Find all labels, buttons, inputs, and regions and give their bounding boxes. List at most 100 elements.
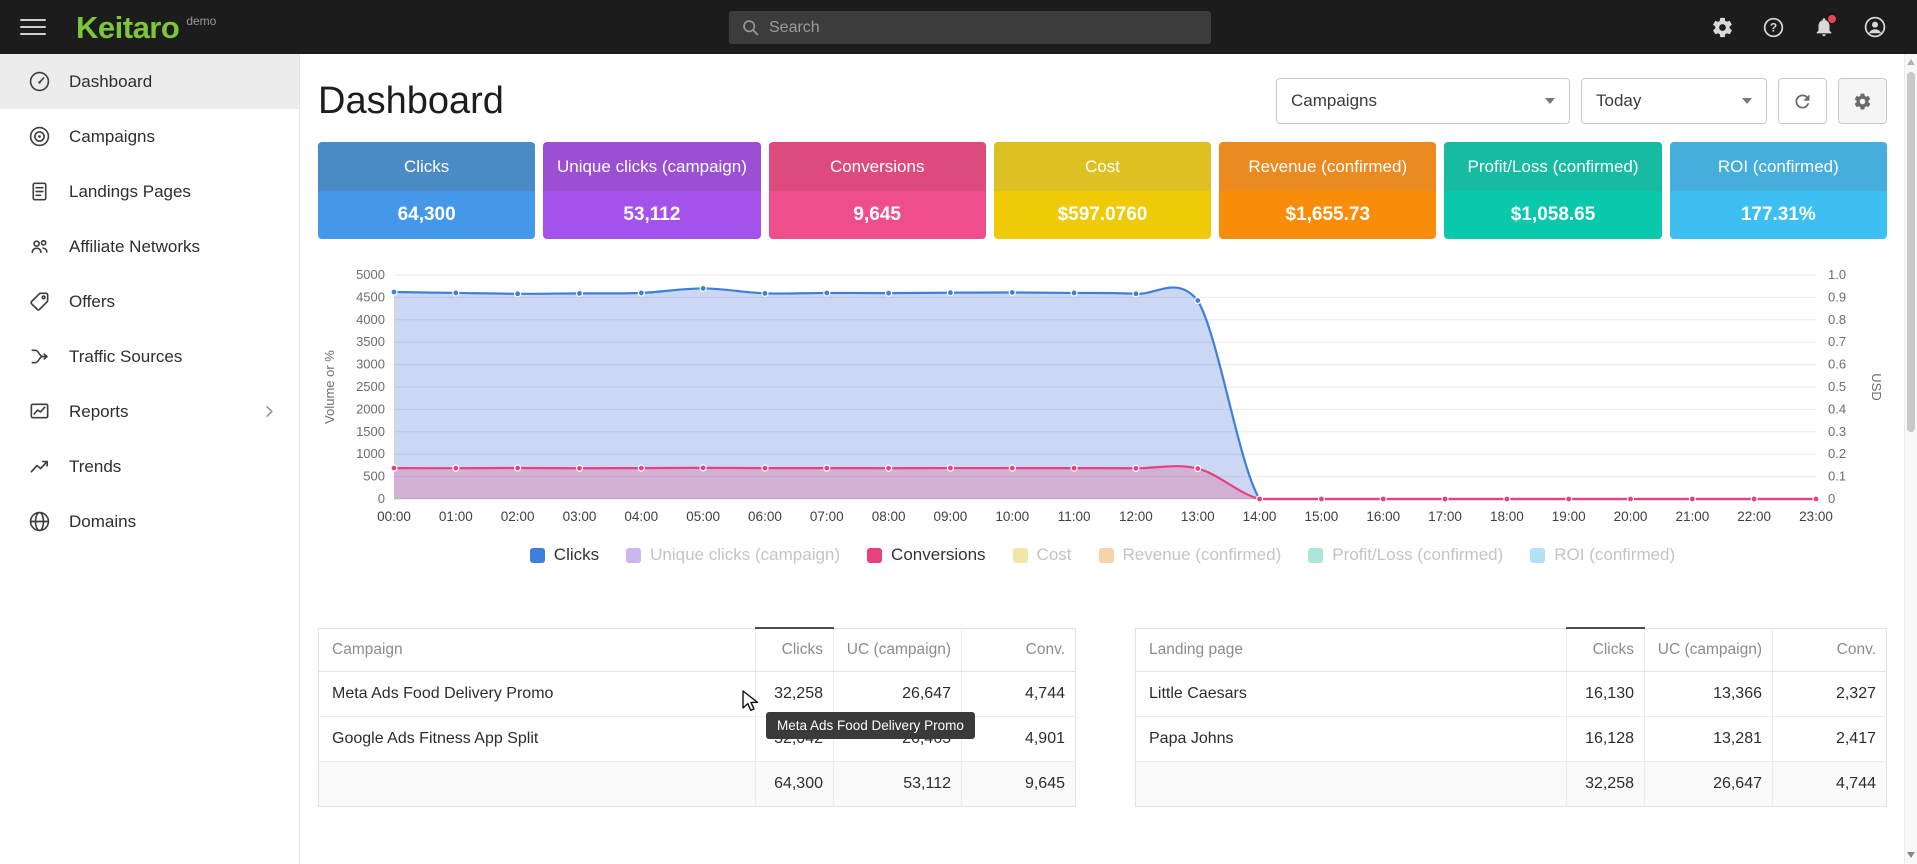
legend-item-revenue-confirmed[interactable]: Revenue (confirmed) [1099, 545, 1282, 565]
svg-text:0.5: 0.5 [1828, 379, 1846, 394]
metric-value: $1,655.73 [1219, 191, 1436, 239]
sidebar-item-label: Traffic Sources [69, 347, 182, 367]
traffic-chart: 005000.110000.215000.320000.425000.53000… [318, 265, 1887, 533]
column-header-clicks[interactable]: Clicks [756, 628, 834, 672]
svg-text:12:00: 12:00 [1119, 509, 1153, 524]
column-header-conv[interactable]: Conv. [1773, 628, 1887, 672]
summary-tables: CampaignClicksUC (campaign)Conv.Meta Ads… [318, 627, 1887, 807]
sidebar-item-label: Reports [69, 402, 129, 422]
table-cell: 32,258 [756, 672, 834, 717]
table-row[interactable]: Papa Johns16,12813,2812,417 [1136, 717, 1887, 762]
help-icon[interactable]: ? [1762, 16, 1785, 39]
scrollbar[interactable] [1904, 54, 1917, 864]
metric-value: 9,645 [769, 191, 986, 239]
table-header-row: CampaignClicksUC (campaign)Conv. [319, 628, 1076, 672]
svg-text:4000: 4000 [356, 312, 385, 327]
svg-text:08:00: 08:00 [872, 509, 906, 524]
column-header-uc-campaign[interactable]: UC (campaign) [834, 628, 962, 672]
legend-swatch [867, 548, 882, 563]
chevron-down-icon [1742, 98, 1752, 104]
legend-item-cost[interactable]: Cost [1013, 545, 1072, 565]
sidebar-item-landings-pages[interactable]: Landings Pages [0, 164, 299, 219]
svg-text:05:00: 05:00 [686, 509, 720, 524]
metric-card-roi-confirmed[interactable]: ROI (confirmed)177.31% [1670, 142, 1887, 239]
total-cell: 4,744 [1773, 762, 1887, 807]
metric-value: 53,112 [543, 191, 760, 239]
sidebar-item-reports[interactable]: Reports [0, 384, 299, 439]
svg-text:0: 0 [1828, 491, 1835, 506]
column-header-clicks[interactable]: Clicks [1567, 628, 1645, 672]
sidebar-item-domains[interactable]: Domains [0, 494, 299, 549]
main-content: Dashboard Campaigns Today Clicks64,300Un… [301, 54, 1904, 864]
document-icon [27, 180, 51, 203]
legend-label: Clicks [554, 545, 599, 565]
table-cell: 2,417 [1773, 717, 1887, 762]
svg-text:3000: 3000 [356, 357, 385, 372]
column-header-landing-page[interactable]: Landing page [1136, 628, 1567, 672]
app-logo[interactable]: Keitaro demo [76, 12, 216, 43]
sidebar-item-label: Trends [69, 457, 121, 477]
svg-text:3500: 3500 [356, 334, 385, 349]
total-cell: 32,258 [1567, 762, 1645, 807]
column-header-campaign[interactable]: Campaign [319, 628, 756, 672]
grouping-select-value: Campaigns [1291, 91, 1377, 111]
sidebar-item-affiliate-networks[interactable]: Affiliate Networks [0, 219, 299, 274]
grouping-select[interactable]: Campaigns [1276, 78, 1570, 124]
svg-text:22:00: 22:00 [1737, 509, 1771, 524]
legend-item-conversions[interactable]: Conversions [867, 545, 986, 565]
svg-text:20:00: 20:00 [1614, 509, 1648, 524]
metric-card-cost[interactable]: Cost$597.0760 [994, 142, 1211, 239]
metric-card-profit-loss-confirmed[interactable]: Profit/Loss (confirmed)$1,058.65 [1444, 142, 1661, 239]
refresh-button[interactable] [1778, 78, 1827, 124]
svg-text:19:00: 19:00 [1552, 509, 1586, 524]
sidebar-item-campaigns[interactable]: Campaigns [0, 109, 299, 164]
legend-item-roi-confirmed[interactable]: ROI (confirmed) [1530, 545, 1675, 565]
table-cell: 13,281 [1645, 717, 1773, 762]
sidebar-item-offers[interactable]: Offers [0, 274, 299, 329]
menu-icon[interactable] [20, 14, 46, 40]
metric-card-unique-clicks-campaign[interactable]: Unique clicks (campaign)53,112 [543, 142, 760, 239]
global-search[interactable] [729, 11, 1211, 44]
gear-icon[interactable] [1711, 16, 1734, 39]
bell-icon[interactable] [1813, 16, 1835, 38]
legend-label: Conversions [891, 545, 986, 565]
table-cell: 13,366 [1645, 672, 1773, 717]
globe-icon [27, 510, 51, 533]
user-avatar-icon[interactable] [1863, 15, 1887, 39]
sidebar-item-trends[interactable]: Trends [0, 439, 299, 494]
notification-dot [1828, 15, 1836, 23]
date-range-select[interactable]: Today [1581, 78, 1767, 124]
scrollbar-up-arrow[interactable] [1905, 54, 1917, 70]
sidebar-item-label: Domains [69, 512, 136, 532]
svg-text:07:00: 07:00 [810, 509, 844, 524]
total-cell [1136, 762, 1567, 807]
scrollbar-thumb[interactable] [1907, 72, 1915, 432]
sidebar-item-label: Landings Pages [69, 182, 191, 202]
sidebar-item-dashboard[interactable]: Dashboard [0, 54, 299, 109]
metric-card-conversions[interactable]: Conversions9,645 [769, 142, 986, 239]
legend-item-unique-clicks-campaign[interactable]: Unique clicks (campaign) [626, 545, 840, 565]
metric-card-clicks[interactable]: Clicks64,300 [318, 142, 535, 239]
column-header-uc-campaign[interactable]: UC (campaign) [1645, 628, 1773, 672]
metric-label: Cost [994, 142, 1211, 191]
table-cell: Google Ads Fitness App Split [319, 717, 756, 762]
search-input[interactable] [769, 19, 1199, 37]
table-row[interactable]: Meta Ads Food Delivery Promo32,25826,647… [319, 672, 1076, 717]
dashboard-settings-button[interactable] [1838, 78, 1887, 124]
table-cell: 4,901 [962, 717, 1076, 762]
sidebar-item-traffic-sources[interactable]: Traffic Sources [0, 329, 299, 384]
page-header: Dashboard Campaigns Today [318, 78, 1887, 124]
date-range-value: Today [1596, 91, 1641, 111]
svg-text:0.6: 0.6 [1828, 357, 1846, 372]
table-row[interactable]: Little Caesars16,13013,3662,327 [1136, 672, 1887, 717]
total-cell: 26,647 [1645, 762, 1773, 807]
svg-text:2500: 2500 [356, 379, 385, 394]
svg-text:17:00: 17:00 [1428, 509, 1462, 524]
legend-item-profit-loss-confirmed[interactable]: Profit/Loss (confirmed) [1308, 545, 1503, 565]
topbar: Keitaro demo ? [0, 0, 1917, 54]
column-header-conv[interactable]: Conv. [962, 628, 1076, 672]
svg-text:10:00: 10:00 [995, 509, 1029, 524]
metric-card-revenue-confirmed[interactable]: Revenue (confirmed)$1,655.73 [1219, 142, 1436, 239]
legend-item-clicks[interactable]: Clicks [530, 545, 599, 565]
scrollbar-down-arrow[interactable] [1905, 847, 1917, 863]
